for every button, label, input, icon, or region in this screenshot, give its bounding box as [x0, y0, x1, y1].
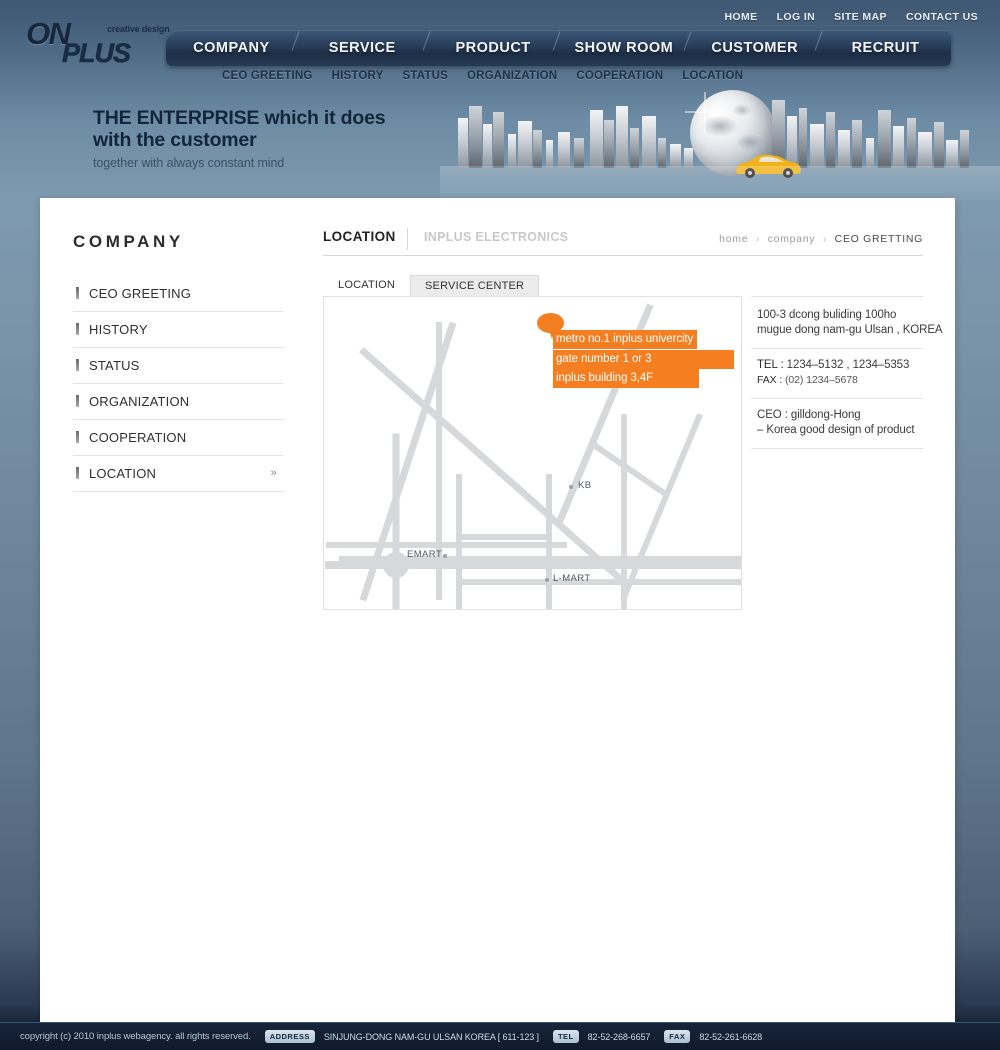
tab-location[interactable]: LOCATION — [323, 274, 410, 296]
info-tel-value: 1234–5132 , 1234–5353 — [786, 359, 910, 371]
sub-nav: CEO GREETING HISTORY STATUS ORGANIZATION… — [222, 70, 743, 82]
content-tabs: LOCATION SERVICE CENTER — [323, 274, 540, 296]
site-footer: copyright (c) 2010 inplus webagency. all… — [0, 1022, 1000, 1050]
nav-item-product[interactable]: PRODUCT — [428, 40, 559, 56]
chevron-right-icon: » — [270, 467, 277, 479]
sidebar-item-status[interactable]: STATUS — [73, 348, 283, 384]
footer-fax-tag: FAX — [664, 1030, 691, 1043]
sidebar-item-cooperation[interactable]: COOPERATION — [73, 420, 283, 456]
logo-word: PLUS — [62, 38, 132, 69]
info-ceo-line2: – Korea good design of product — [757, 424, 915, 436]
map-callout-3: inplus building 3,4F — [553, 369, 699, 388]
hero-headline-line1: THE ENTERPRISE which it does — [93, 107, 386, 129]
info-fax: FAX : (02) 1234–5678 — [757, 373, 923, 388]
nav-item-customer[interactable]: CUSTOMER — [689, 40, 820, 56]
footer-address-value: SINJUNG-DONG NAM-GU ULSAN KOREA [ 611-12… — [323, 1031, 539, 1042]
info-address-line2: mugue dong nam-gu Ulsan , KOREA — [757, 324, 943, 336]
bullet-icon — [76, 431, 79, 443]
utility-nav: HOME LOG IN SITE MAP CONTACT US — [724, 11, 978, 23]
info-address-block: 100-3 dcong buliding 100ho mugue dong na… — [751, 296, 943, 349]
breadcrumb-current: CEO GRETTING — [834, 233, 923, 245]
breadcrumb: home › company › CEO GRETTING — [719, 233, 923, 245]
sidebar-item-location[interactable]: LOCATION » — [73, 456, 283, 492]
sub-nav-cooperation[interactable]: COOPERATION — [576, 70, 663, 82]
footer-copyright: copyright (c) 2010 inplus webagency. all… — [20, 1031, 251, 1042]
content-header: LOCATION INPLUS ELECTRONICS home › compa… — [323, 228, 923, 256]
logo-tagline: creative design — [107, 24, 170, 34]
nav-item-show-room[interactable]: SHOW ROOM — [558, 40, 689, 56]
nav-item-recruit[interactable]: RECRUIT — [820, 40, 951, 56]
bullet-icon — [76, 287, 79, 299]
page-subtitle: INPLUS ELECTRONICS — [424, 230, 569, 244]
sidebar-item-label: CEO GREETING — [89, 286, 192, 301]
sidebar-title: COMPANY — [73, 232, 184, 251]
sidebar-item-label: ORGANIZATION — [89, 394, 190, 409]
breadcrumb-section[interactable]: company — [768, 233, 816, 245]
sub-nav-location[interactable]: LOCATION — [682, 70, 743, 82]
map-callout-1: metro no.1 inplus univercity — [553, 330, 698, 349]
map-label-l-mart: L-MART — [553, 573, 591, 584]
page-title: LOCATION — [323, 229, 396, 244]
utility-nav-sitemap[interactable]: SITE MAP — [834, 11, 887, 23]
main-content: LOCATION INPLUS ELECTRONICS home › compa… — [323, 228, 943, 610]
sidebar-item-organization[interactable]: ORGANIZATION — [73, 384, 283, 420]
company-info-panel: 100-3 dcong buliding 100ho mugue dong na… — [751, 296, 943, 449]
footer-fax-value: 82-52-261-6628 — [699, 1031, 763, 1042]
utility-nav-home[interactable]: HOME — [724, 11, 757, 23]
map-label-emart: EMART — [407, 549, 443, 560]
info-ceo-line1: CEO : gilldong-Hong — [757, 409, 861, 421]
hero-reflection — [440, 166, 1000, 200]
hero-banner: THE ENTERPRISE which it does with the cu… — [0, 88, 1000, 200]
map-callout-2: gate number 1 or 3 — [553, 350, 734, 369]
info-address-line1: 100-3 dcong buliding 100ho — [757, 309, 897, 321]
hero-headline-line2: with the customer — [93, 128, 257, 151]
hero-text: THE ENTERPRISE which it does with the cu… — [93, 107, 386, 170]
sparkle-icon — [685, 92, 725, 132]
location-map[interactable]: KB EMART L-MART NAM NOK HAIR SHOP NAIL S… — [323, 296, 742, 610]
bullet-icon — [76, 323, 79, 335]
footer-tel-tag: TEL — [552, 1030, 579, 1043]
bullet-icon — [76, 395, 79, 407]
site-logo[interactable]: ON creative design PLUS — [26, 18, 176, 68]
utility-nav-login[interactable]: LOG IN — [777, 11, 816, 23]
sidebar-item-label: COOPERATION — [89, 430, 187, 445]
sub-nav-organization[interactable]: ORGANIZATION — [467, 70, 557, 82]
info-contact-block: TEL : 1234–5132 , 1234–5353 FAX : (02) 1… — [751, 349, 923, 399]
map-dot — [443, 554, 447, 558]
sidebar-item-ceo-greeting[interactable]: CEO GREETING — [73, 276, 283, 312]
sidebar-item-label: STATUS — [89, 358, 140, 373]
nav-item-service[interactable]: SERVICE — [297, 40, 428, 56]
info-ceo-block: CEO : gilldong-Hong – Korea good design … — [751, 399, 923, 449]
header-divider — [407, 228, 408, 250]
sidebar-item-label: LOCATION — [89, 466, 157, 481]
nav-item-company[interactable]: COMPANY — [166, 40, 297, 56]
map-dot — [569, 485, 573, 489]
hero-subline: together with always constant mind — [93, 155, 285, 170]
map-dot — [545, 578, 549, 582]
map-label-kb: KB — [578, 480, 592, 491]
breadcrumb-home[interactable]: home — [719, 233, 748, 245]
info-tel: TEL : 1234–5132 , 1234–5353 — [757, 358, 923, 373]
breadcrumb-separator: › — [755, 233, 761, 245]
info-fax-label: FAX : — [757, 374, 785, 386]
sub-nav-ceo-greeting[interactable]: CEO GREETING — [222, 70, 313, 82]
sidebar: COMPANY CEO GREETING HISTORY STATUS ORGA… — [73, 232, 283, 492]
footer-tel-value: 82-52-268-6657 — [587, 1031, 651, 1042]
info-tel-label: TEL : — [757, 359, 787, 371]
info-fax-value: (02) 1234–5678 — [785, 374, 858, 386]
bullet-icon — [76, 359, 79, 371]
content-card: COMPANY CEO GREETING HISTORY STATUS ORGA… — [40, 198, 955, 1022]
breadcrumb-separator: › — [822, 233, 828, 245]
footer-address-tag: ADDRESS — [264, 1030, 315, 1043]
sub-nav-status[interactable]: STATUS — [402, 70, 448, 82]
hero-cityscape-image — [440, 88, 1000, 200]
sidebar-item-history[interactable]: HISTORY — [73, 312, 283, 348]
sidebar-item-label: HISTORY — [89, 322, 148, 337]
utility-nav-contact[interactable]: CONTACT US — [906, 11, 978, 23]
bullet-icon — [76, 467, 79, 479]
sub-nav-history[interactable]: HISTORY — [332, 70, 384, 82]
main-nav: COMPANY SERVICE PRODUCT SHOW ROOM CUSTOM… — [166, 30, 951, 66]
tab-service-center[interactable]: SERVICE CENTER — [410, 275, 540, 296]
